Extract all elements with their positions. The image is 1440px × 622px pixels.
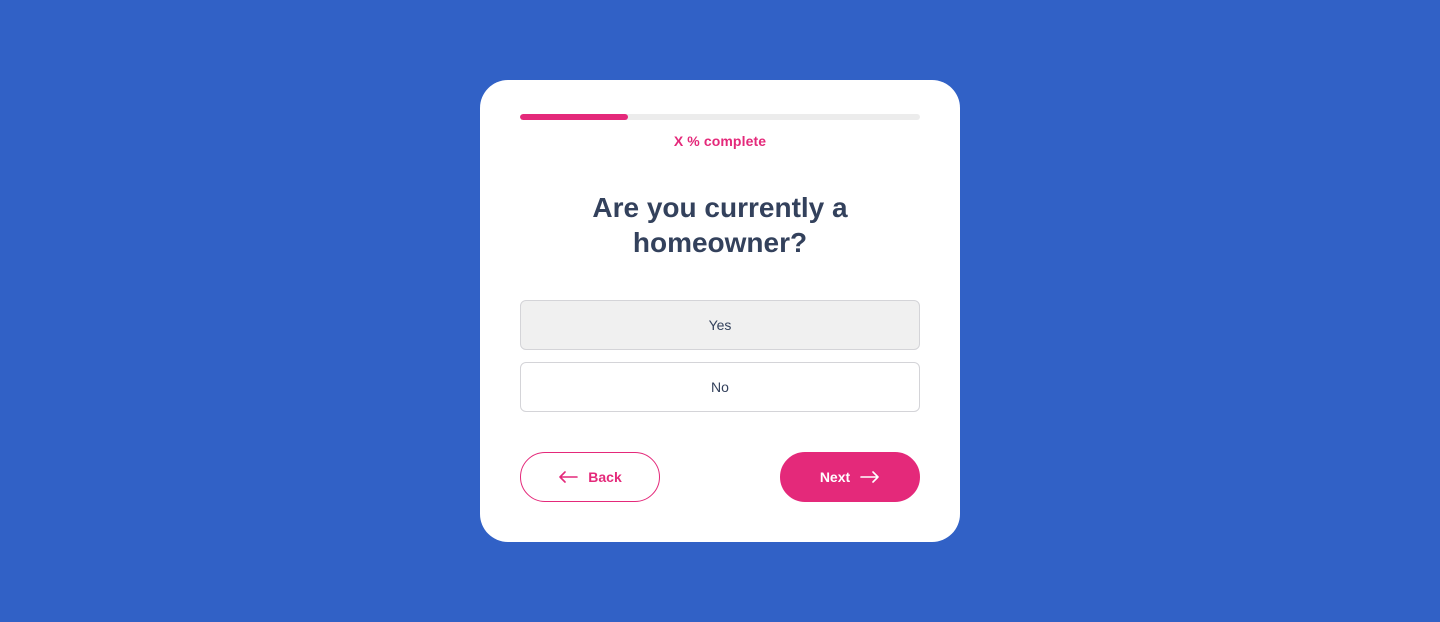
next-button[interactable]: Next — [780, 452, 920, 502]
question-card: X % complete Are you currently a homeown… — [480, 80, 960, 542]
option-no-button[interactable]: No — [520, 362, 920, 412]
arrow-left-icon — [558, 471, 579, 483]
option-yes-button[interactable]: Yes — [520, 300, 920, 350]
back-button-label: Back — [588, 469, 622, 485]
progress-bar — [520, 114, 920, 120]
progress-label: X % complete — [673, 133, 767, 149]
next-button-label: Next — [819, 469, 851, 485]
question-title: Are you currently a homeowner? — [592, 192, 848, 258]
back-button[interactable]: Back — [520, 452, 660, 502]
progress-bar-fill — [520, 114, 628, 120]
arrow-right-icon — [860, 471, 880, 483]
